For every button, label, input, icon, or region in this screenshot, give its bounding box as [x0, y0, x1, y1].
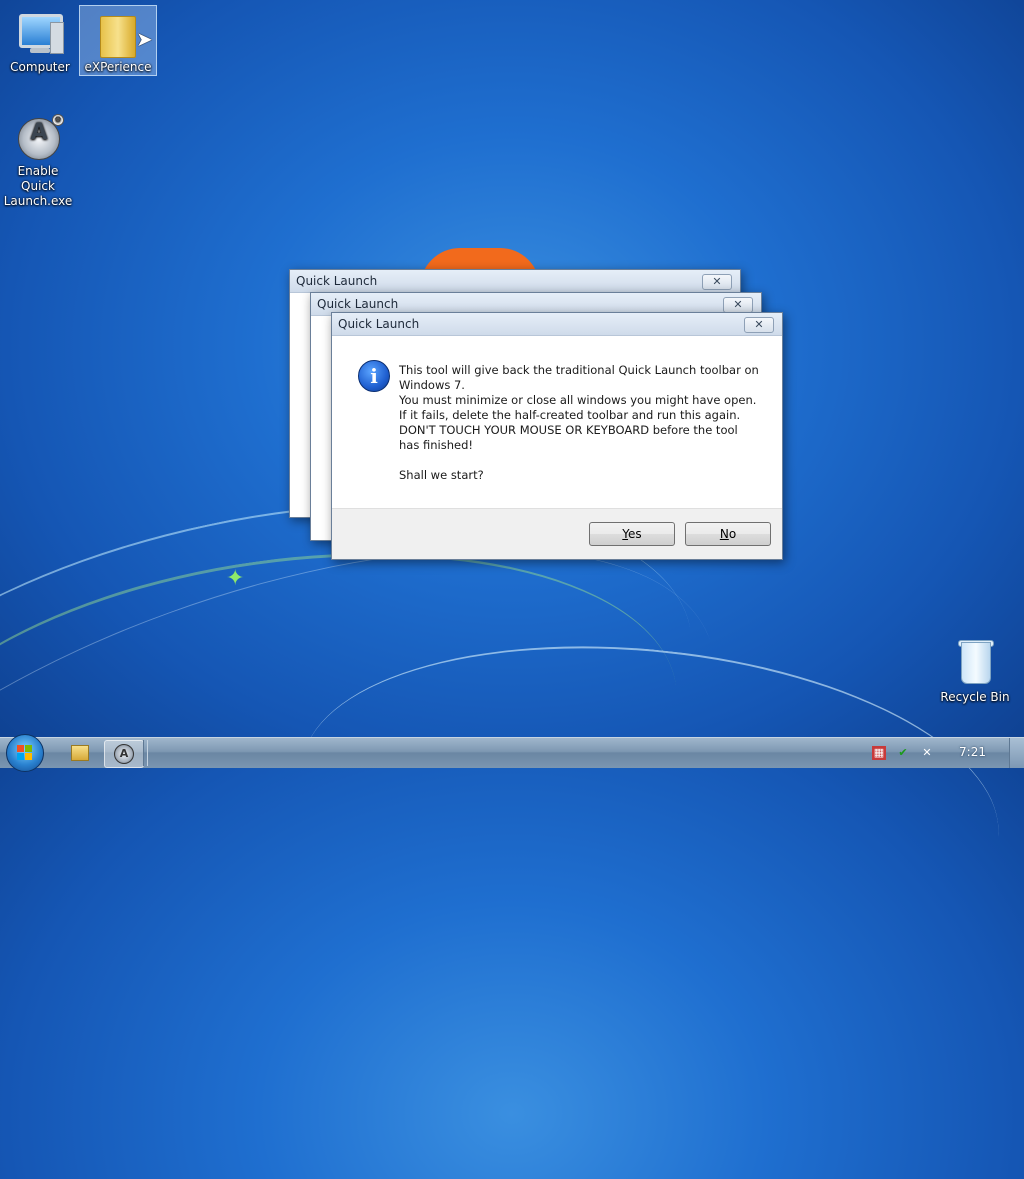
dialog-titlebar[interactable]: Quick Launch ✕	[290, 270, 740, 293]
dialog-titlebar[interactable]: Quick Launch ✕	[332, 313, 782, 336]
taskbar-quick-launch-button[interactable]: A	[104, 740, 144, 768]
dialog-title: Quick Launch	[317, 297, 399, 311]
explorer-folder-icon	[71, 745, 89, 761]
desktop-icon-label: Enable Quick Launch.exe	[3, 164, 73, 208]
message-line: You must minimize or close all windows y…	[399, 393, 757, 407]
no-button[interactable]: No	[685, 522, 771, 546]
dialog-quick-launch[interactable]: Quick Launch ✕ i This tool will give bac…	[331, 312, 783, 560]
dialog-title: Quick Launch	[296, 274, 378, 288]
desktop-icon-recycle-bin[interactable]: Recycle Bin	[937, 636, 1013, 705]
recycle-bin-icon	[951, 640, 999, 688]
mouse-cursor-icon: ➤	[136, 27, 153, 51]
windows-logo-icon	[17, 745, 33, 761]
folder-icon: ➤	[94, 10, 153, 58]
start-button[interactable]	[6, 734, 44, 772]
show-desktop-button[interactable]	[1009, 738, 1024, 768]
desktop-icon-computer[interactable]: Computer	[2, 6, 78, 75]
yes-label: es	[628, 527, 642, 541]
desktop-icon-label: eXPerience	[84, 60, 152, 74]
no-mnemonic: N	[719, 527, 729, 541]
yes-button[interactable]: Yes	[589, 522, 675, 546]
message-line: If it fails, delete the half-created too…	[399, 408, 741, 422]
close-button[interactable]: ✕	[702, 274, 732, 290]
action-center-icon[interactable]: ✔	[896, 746, 910, 760]
taskbar-separator	[143, 740, 148, 766]
desktop-icon-enable-quick-launch[interactable]: ⚙ Enable Quick Launch.exe	[0, 110, 76, 209]
computer-icon	[16, 10, 64, 58]
message-line: DON'T TOUCH YOUR MOUSE OR KEYBOARD befor…	[399, 423, 738, 452]
dialog-message: This tool will give back the traditional…	[399, 363, 759, 483]
desktop-icon-label: Recycle Bin	[940, 690, 1010, 704]
quick-launch-app-icon: A	[114, 744, 134, 764]
close-button[interactable]: ✕	[723, 297, 753, 313]
quick-launch-app-icon: ⚙	[14, 114, 64, 162]
dialog-client-area: i This tool will give back the tradition…	[332, 336, 782, 559]
desktop-icon-experience[interactable]: ➤ eXPerience	[79, 5, 157, 76]
network-icon[interactable]: ▦	[872, 746, 886, 760]
wallpaper-leaf-icon: ✦	[226, 566, 245, 591]
no-label: o	[728, 527, 737, 541]
close-button[interactable]: ✕	[744, 317, 774, 333]
message-line: This tool will give back the traditional…	[399, 363, 759, 392]
dialog-title: Quick Launch	[338, 317, 420, 331]
info-icon: i	[358, 360, 390, 392]
taskbar: A ▦ ✔ ✕ 7:21	[0, 734, 1024, 772]
volume-muted-icon[interactable]: ✕	[920, 746, 934, 760]
taskbar-explorer-button[interactable]	[60, 740, 98, 766]
message-question: Shall we start?	[399, 468, 484, 482]
taskbar-clock[interactable]: 7:21	[959, 745, 986, 759]
desktop-icon-label: Computer	[10, 60, 70, 74]
dialog-button-area: Yes No	[332, 508, 782, 559]
wallpaper-swoosh	[286, 614, 1014, 988]
